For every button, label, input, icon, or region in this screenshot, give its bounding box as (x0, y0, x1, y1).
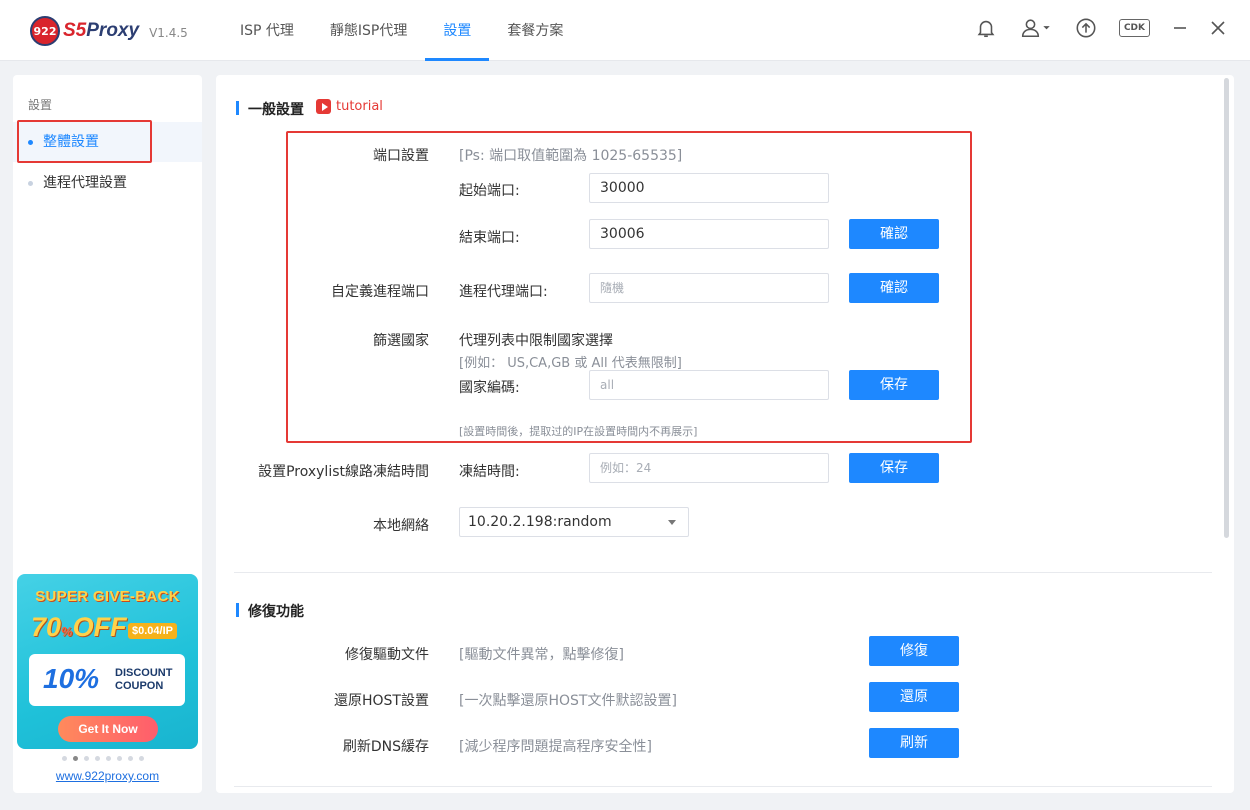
main-nav: ISP 代理 靜態ISP代理 設置 套餐方案 (222, 0, 581, 61)
repair-driver-button[interactable]: 修復 (869, 636, 959, 666)
section-divider (234, 786, 1212, 787)
confirm-port-button[interactable]: 確認 (849, 219, 939, 249)
logo-text: S5Proxy (63, 20, 139, 42)
restore-host-label: 還原HOST設置 (334, 693, 429, 709)
confirm-process-port-button[interactable]: 確認 (849, 273, 939, 303)
freeze-field-label: 凍結時間: (459, 464, 520, 480)
tab-static-isp-proxy[interactable]: 靜態ISP代理 (312, 0, 425, 61)
close-icon[interactable] (1210, 20, 1226, 36)
local-network-label: 本地網絡 (373, 518, 429, 534)
coupon-line-2: COUPON (115, 680, 164, 692)
promo-coupon: 10% DISCOUNT COUPON (29, 654, 185, 706)
sidebar: 設置 整體設置 進程代理設置 SUPER GIVE-BACK 70%OFF $0… (13, 75, 202, 793)
country-desc: 代理列表中限制國家選擇 (459, 333, 613, 349)
sidebar-item-process-proxy[interactable]: 進程代理設置 (13, 163, 202, 203)
refresh-dns-label: 刷新DNS緩存 (342, 739, 429, 755)
save-country-button[interactable]: 保存 (849, 370, 939, 400)
section-divider (234, 572, 1212, 573)
bell-icon[interactable] (975, 17, 997, 39)
promo-discount-number: 70 (31, 612, 62, 642)
logo-s5: S5 (63, 20, 87, 41)
coupon-line-1: DISCOUNT (115, 667, 173, 679)
tutorial-link[interactable]: tutorial (316, 99, 383, 114)
carousel-dot[interactable] (106, 756, 111, 761)
section-title-repair: 修復功能 (236, 601, 304, 621)
window-controls: CDK (975, 17, 1226, 39)
user-menu-icon[interactable] (1019, 17, 1053, 39)
save-freeze-button[interactable]: 保存 (849, 453, 939, 483)
youtube-icon (316, 99, 331, 114)
freeze-time-input[interactable]: 例如：24 (589, 453, 829, 483)
country-code-input[interactable]: all (589, 370, 829, 400)
cdk-icon[interactable]: CDK (1118, 19, 1150, 37)
carousel-dot[interactable] (84, 756, 89, 761)
promo-title: SUPER GIVE-BACK (35, 588, 180, 605)
tab-settings[interactable]: 設置 (425, 0, 490, 61)
get-it-now-button[interactable]: Get It Now (58, 716, 158, 742)
restore-host-desc: [一次點擊還原HOST文件默認設置] (459, 693, 677, 709)
promo-discount-off: OFF (72, 612, 127, 642)
port-range-hint: [Ps: 端口取值範圍為 1025-65535] (459, 148, 683, 164)
carousel-dot[interactable] (73, 756, 78, 761)
repair-driver-desc: [驅動文件異常，點擊修復] (459, 647, 624, 663)
local-network-select[interactable]: 10.20.2.198:random (459, 507, 689, 537)
upload-icon[interactable] (1075, 17, 1097, 39)
inactive-dot (28, 181, 33, 186)
coupon-percent: 10% (43, 663, 100, 694)
app-version: V1.4.5 (149, 25, 188, 40)
promo-price: $0.04/IP (128, 623, 177, 639)
tab-plans[interactable]: 套餐方案 (489, 0, 581, 61)
carousel-dot[interactable] (139, 756, 144, 761)
end-port-label: 結束端口: (459, 230, 520, 246)
carousel-dots (62, 756, 144, 761)
end-port-input[interactable]: 30006 (589, 219, 829, 249)
logo-badge: 922 (30, 16, 60, 46)
promo-discount-percent: % (61, 624, 73, 639)
carousel-dot[interactable] (117, 756, 122, 761)
tab-isp-proxy[interactable]: ISP 代理 (222, 0, 312, 61)
repair-driver-label: 修復驅動文件 (345, 647, 429, 663)
coupon-text: DISCOUNT COUPON (115, 667, 172, 693)
restore-host-button[interactable]: 還原 (869, 682, 959, 712)
scrollbar[interactable] (1224, 78, 1229, 538)
main-panel: 一般設置 tutorial 端口設置 [Ps: 端口取值範圍為 1025-655… (216, 75, 1234, 793)
port-settings-label: 端口設置 (373, 148, 429, 164)
carousel-dot[interactable] (62, 756, 67, 761)
carousel-dot[interactable] (95, 756, 100, 761)
custom-port-label: 自定義進程端口 (331, 284, 429, 300)
start-port-input[interactable]: 30000 (589, 173, 829, 203)
sidebar-group-title: 設置 (28, 98, 53, 112)
chevron-down-icon (668, 520, 676, 525)
process-port-label: 進程代理端口: (459, 284, 548, 300)
country-note: [設置時間後，提取过的IP在設置時間内不再展示] (459, 425, 698, 438)
local-network-value: 10.20.2.198:random (468, 514, 612, 530)
minimize-icon[interactable] (1172, 20, 1188, 36)
refresh-dns-button[interactable]: 刷新 (869, 728, 959, 758)
country-example: [例如： US,CA,GB 或 All 代表無限制] (459, 356, 682, 371)
start-port-label: 起始端口: (459, 183, 520, 199)
country-code-label: 國家編碼: (459, 380, 520, 396)
filter-country-label: 篩選國家 (373, 333, 429, 349)
promo-banner[interactable]: SUPER GIVE-BACK 70%OFF $0.04/IP 10% DISC… (17, 574, 198, 749)
top-bar: 922 S5Proxy V1.4.5 ISP 代理 靜態ISP代理 設置 套餐方… (0, 0, 1250, 61)
website-link[interactable]: www.922proxy.com (13, 769, 202, 783)
sidebar-item-label: 進程代理設置 (43, 175, 127, 191)
app-logo: 922 S5Proxy V1.4.5 (30, 16, 188, 46)
tutorial-label: tutorial (336, 99, 383, 114)
freeze-time-label: 設置Proxylist線路凍結時間 (258, 464, 429, 480)
refresh-dns-desc: [減少程序問題提高程序安全性] (459, 739, 652, 755)
section-title-general: 一般設置 (236, 99, 304, 119)
highlight-box-sidebar (17, 120, 152, 163)
process-port-input[interactable]: 隨機 (589, 273, 829, 303)
carousel-dot[interactable] (128, 756, 133, 761)
logo-proxy: Proxy (86, 20, 140, 41)
promo-discount: 70%OFF (31, 612, 127, 643)
